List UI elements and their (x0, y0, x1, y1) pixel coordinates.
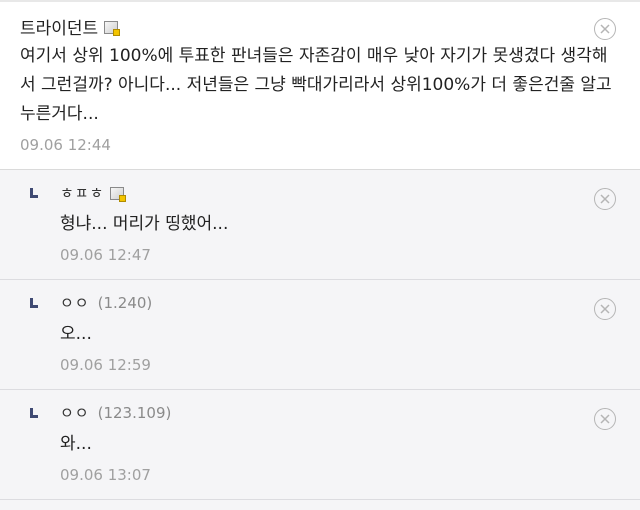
reply-header: ㅇㅇ (123.109) (60, 402, 171, 423)
reply-text: 오... (60, 324, 92, 344)
reply-item: ㅎㅍㅎ 형냐... 머리가 띵했어... 09.06 12:47 (0, 170, 640, 280)
reply-arrow-icon (30, 408, 38, 418)
comment-text: 여기서 상위 100%에 투표한 판녀들은 자존감이 매우 낮아 자기가 못생겼… (20, 46, 612, 124)
reply-header: ㅎㅍㅎ (60, 182, 127, 203)
nickname[interactable]: ㅎㅍㅎ (60, 182, 104, 203)
nickname[interactable]: ㅇㅇ (60, 292, 90, 313)
reply-header: ㅇㅇ (1.240) (60, 292, 152, 313)
nickname[interactable]: 트라이던트 (20, 14, 98, 39)
delete-button[interactable] (594, 18, 616, 40)
reply-date: 09.06 12:59 (60, 356, 151, 374)
ip-address: (1.240) (97, 293, 153, 312)
reply-date: 09.06 12:47 (60, 246, 151, 264)
reply-arrow-icon (30, 188, 38, 198)
reply-text: 와... (60, 434, 92, 454)
list-footer-strip (0, 500, 640, 510)
comment-header: 트라이던트 (20, 14, 121, 39)
close-icon (600, 414, 610, 424)
delete-button[interactable] (594, 188, 616, 210)
delete-button[interactable] (594, 298, 616, 320)
close-icon (600, 24, 610, 34)
comment-thread: 트라이던트 여기서 상위 100%에 투표한 판녀들은 자존감이 매우 낮아 자… (0, 0, 640, 510)
reply-item: ㅇㅇ (123.109) 와... 09.06 13:07 (0, 390, 640, 500)
member-badge-icon (110, 187, 127, 202)
nickname[interactable]: ㅇㅇ (60, 402, 90, 423)
reply-arrow-icon (30, 298, 38, 308)
comment-main: 트라이던트 여기서 상위 100%에 투표한 판녀들은 자존감이 매우 낮아 자… (0, 2, 640, 170)
close-icon (600, 304, 610, 314)
comment-date: 09.06 12:44 (20, 136, 111, 154)
delete-button[interactable] (594, 408, 616, 430)
close-icon (600, 194, 610, 204)
member-badge-icon (104, 21, 121, 36)
reply-text: 형냐... 머리가 띵했어... (60, 214, 229, 234)
reply-item: ㅇㅇ (1.240) 오... 09.06 12:59 (0, 280, 640, 390)
ip-address: (123.109) (97, 403, 172, 422)
reply-date: 09.06 13:07 (60, 466, 151, 484)
